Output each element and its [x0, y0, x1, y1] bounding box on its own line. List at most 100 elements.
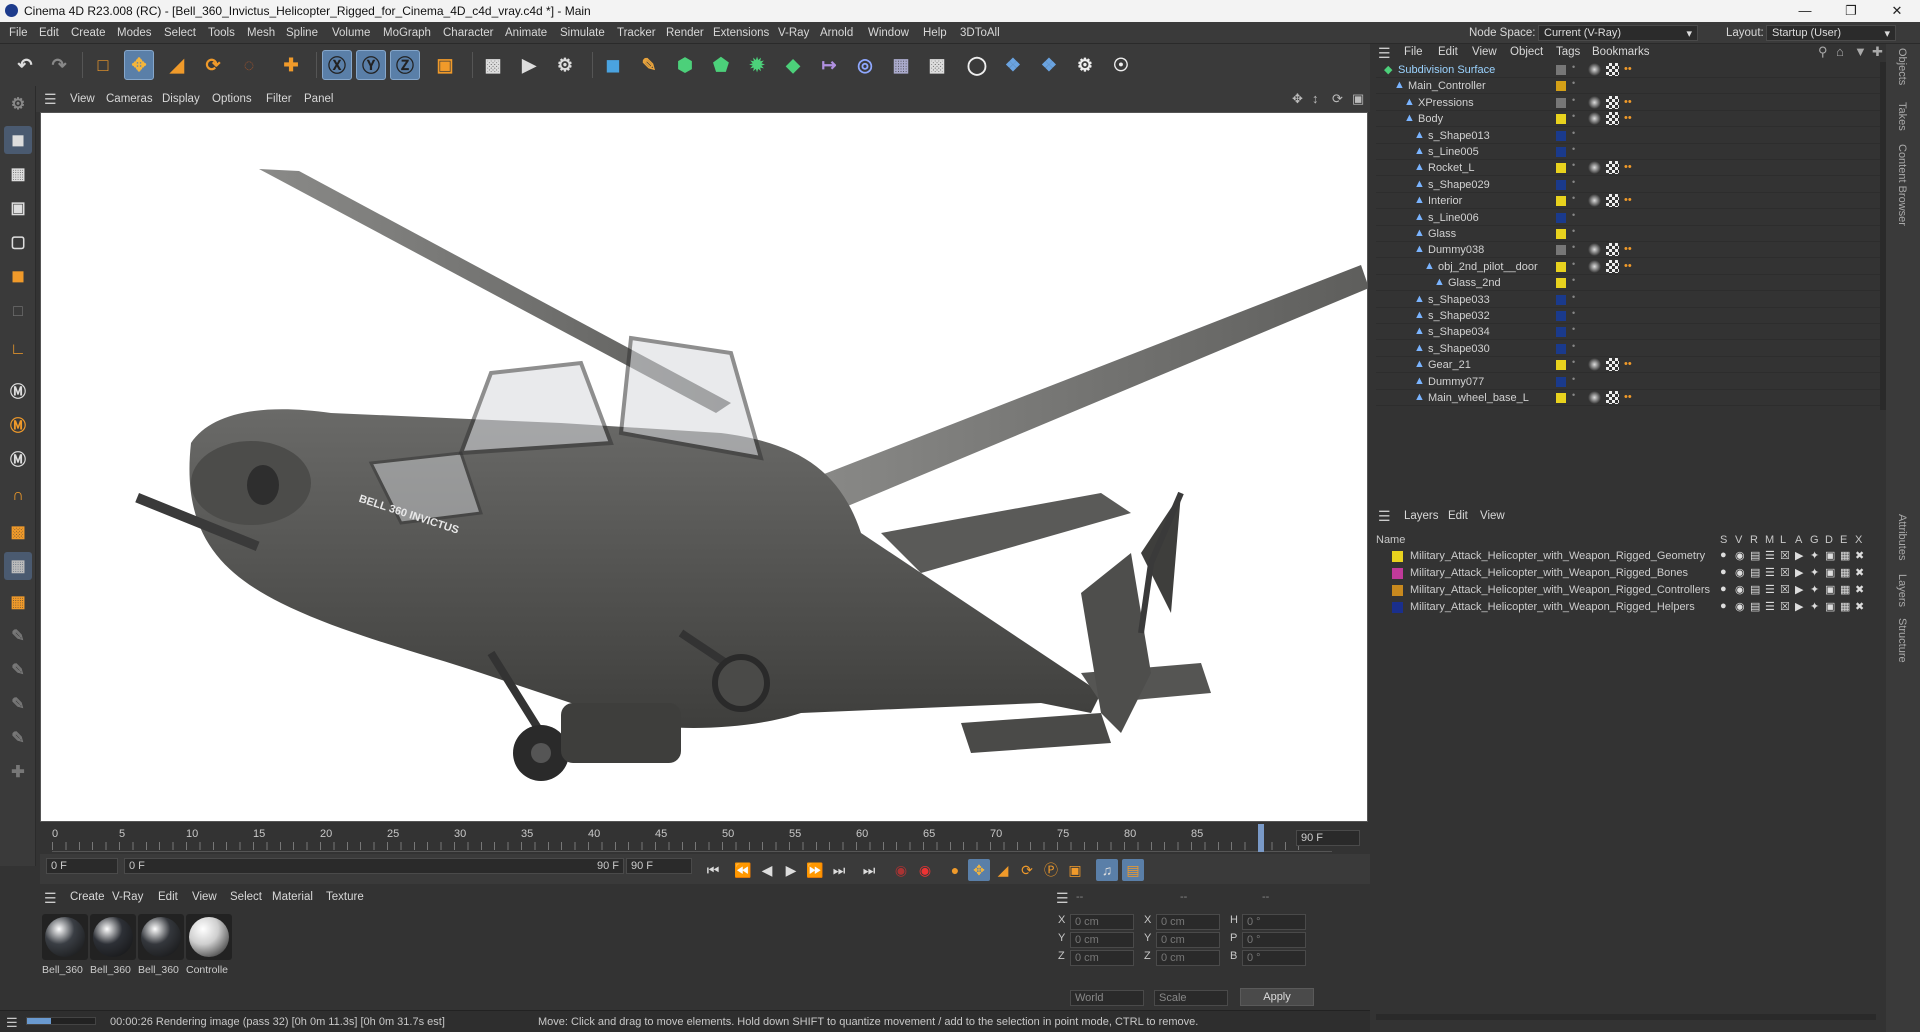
sculpt-icon[interactable]: ✎: [4, 622, 32, 650]
animation-icon[interactable]: ▶: [1795, 549, 1803, 562]
view-icon[interactable]: ◉: [1735, 549, 1745, 562]
material-tag-icon[interactable]: [1588, 259, 1601, 273]
node-space-select[interactable]: Current (V-Ray) ▾: [1538, 25, 1698, 41]
lock-icon[interactable]: ☒: [1780, 549, 1790, 562]
layer-color-swatch[interactable]: [1392, 585, 1403, 596]
generator-icon[interactable]: ✦: [1810, 549, 1819, 562]
xpresso-tag-icon[interactable]: ••: [1624, 260, 1632, 272]
goto-start-icon[interactable]: ⏮: [702, 859, 724, 881]
generator-icon[interactable]: ✦: [1810, 600, 1819, 613]
render-icon[interactable]: ▤: [1750, 583, 1760, 596]
menu-mograph[interactable]: MoGraph: [383, 27, 431, 39]
tab-objects[interactable]: Objects: [1896, 48, 1908, 85]
hamburger-icon[interactable]: ☰: [1056, 890, 1069, 907]
floor-icon[interactable]: ▦: [886, 50, 916, 80]
layer-color-swatch[interactable]: [1556, 261, 1566, 272]
layer-color-swatch[interactable]: [1556, 130, 1566, 141]
menu-create[interactable]: Create: [71, 27, 106, 39]
xref-icon[interactable]: ✖: [1855, 566, 1864, 579]
generator-icon[interactable]: ✦: [1810, 583, 1819, 596]
material-swatch[interactable]: Bell_360: [42, 914, 88, 976]
manager-icon[interactable]: ☰: [1765, 549, 1775, 562]
playhead[interactable]: [1258, 824, 1264, 852]
layer-color-swatch[interactable]: [1556, 65, 1566, 75]
mat-menu-edit[interactable]: Edit: [158, 891, 178, 903]
animation-icon[interactable]: ▶: [1795, 600, 1803, 613]
next-key-icon[interactable]: ⏭: [828, 859, 850, 881]
object-row[interactable]: ▲ s_Shape013 •: [1376, 128, 1886, 144]
material-swatch[interactable]: Controlle: [186, 914, 232, 976]
record-off-icon[interactable]: ◉: [890, 859, 912, 881]
snap-icon[interactable]: Ⓜ: [4, 376, 32, 404]
hamburger-icon[interactable]: ☰: [6, 1015, 18, 1031]
obj-menu-bookmarks[interactable]: Bookmarks: [1592, 46, 1650, 58]
xpresso-tag-icon[interactable]: ••: [1624, 161, 1632, 173]
extrude-icon[interactable]: ⬟: [706, 50, 736, 80]
xref-icon[interactable]: ✖: [1855, 583, 1864, 596]
layer-color-swatch[interactable]: [1556, 245, 1566, 256]
view-icon[interactable]: ◉: [1735, 583, 1745, 596]
new-view-icon[interactable]: ✚: [1872, 44, 1883, 60]
visibility-dots-icon[interactable]: •: [1572, 357, 1575, 367]
layer-row[interactable]: Military_Attack_Helicopter_with_Weapon_R…: [1370, 599, 1886, 616]
deformer-icon[interactable]: ▣: [1825, 583, 1835, 596]
object-row[interactable]: ▲ Interior • ••: [1376, 193, 1886, 210]
camera-icon[interactable]: ▩: [922, 50, 952, 80]
mat-menu-select[interactable]: Select: [230, 891, 262, 903]
key-param-icon[interactable]: Ⓟ: [1040, 859, 1062, 881]
pen-icon[interactable]: ✎: [634, 50, 664, 80]
object-row[interactable]: ◆ Subdivision Surface • ••: [1376, 62, 1886, 78]
vp-menu-cameras[interactable]: Cameras: [106, 93, 153, 105]
live-selection-icon[interactable]: □: [88, 50, 118, 80]
vp-menu-view[interactable]: View: [70, 93, 95, 105]
object-row[interactable]: ▲ XPressions • ••: [1376, 95, 1886, 111]
recent-tools-icon[interactable]: ◌: [234, 50, 264, 80]
render-view-icon[interactable]: ▶: [514, 50, 544, 80]
visibility-dots-icon[interactable]: •: [1572, 292, 1575, 302]
layer-color-swatch[interactable]: [1556, 147, 1566, 157]
xpresso-tag-icon[interactable]: ••: [1624, 391, 1632, 403]
lock-icon[interactable]: ☒: [1780, 600, 1790, 613]
start-frame-field[interactable]: 0 F: [46, 858, 118, 874]
magnet-icon[interactable]: ∩: [4, 482, 32, 510]
layer-column-m[interactable]: M: [1765, 534, 1774, 546]
material-swatch[interactable]: Bell_360: [90, 914, 136, 976]
object-row[interactable]: ▲ s_Shape034 •: [1376, 324, 1886, 341]
tab-structure[interactable]: Structure: [1896, 618, 1908, 663]
layer-color-swatch[interactable]: [1556, 294, 1566, 305]
visibility-dots-icon[interactable]: •: [1572, 177, 1575, 187]
prev-key-icon[interactable]: ⏪: [732, 859, 754, 881]
object-row[interactable]: ▲ Glass_2nd •: [1376, 275, 1886, 292]
subdivision-icon[interactable]: ⬢: [670, 50, 700, 80]
make-editable-icon[interactable]: ⚙: [4, 90, 32, 118]
3d-viewport[interactable]: BELL 360 INVICTUS: [40, 112, 1368, 822]
menu-mesh[interactable]: Mesh: [247, 27, 275, 39]
menu-file[interactable]: File: [9, 27, 28, 39]
menu-tools[interactable]: Tools: [208, 27, 235, 39]
visibility-dots-icon[interactable]: •: [1572, 341, 1575, 351]
texture-tag-icon[interactable]: [1606, 161, 1619, 175]
weight-icon[interactable]: ✎: [4, 724, 32, 752]
xpresso-tag-icon[interactable]: ••: [1624, 63, 1632, 75]
layer-column-a[interactable]: A: [1795, 534, 1802, 546]
hamburger-icon[interactable]: ☰: [44, 91, 57, 108]
texture-tag-icon[interactable]: [1606, 243, 1619, 257]
cloner-icon[interactable]: ✹: [742, 50, 772, 80]
menu-spline[interactable]: Spline: [286, 27, 318, 39]
visibility-dots-icon[interactable]: •: [1572, 374, 1575, 384]
layer-column-v[interactable]: V: [1735, 534, 1742, 546]
axis-icon[interactable]: ∟: [4, 336, 32, 364]
brush-icon[interactable]: ✎: [4, 690, 32, 718]
layer-column-r[interactable]: R: [1750, 534, 1758, 546]
globe-icon[interactable]: ☉: [1106, 50, 1136, 80]
render-settings-icon[interactable]: ⚙: [550, 50, 580, 80]
obj-menu-edit[interactable]: Edit: [1438, 46, 1458, 58]
vp-menu-panel[interactable]: Panel: [304, 93, 333, 105]
xpresso-tag-icon[interactable]: ••: [1624, 358, 1632, 370]
texture-mode-icon[interactable]: ▦: [4, 160, 32, 188]
scale-field[interactable]: 0 cm: [1156, 914, 1220, 930]
object-row[interactable]: ▲ obj_2nd_pilot__door • ••: [1376, 259, 1886, 275]
mat-menu-create[interactable]: Create: [70, 891, 105, 903]
deformer-icon[interactable]: ▣: [1825, 566, 1835, 579]
solo-icon[interactable]: ●: [1720, 566, 1727, 578]
